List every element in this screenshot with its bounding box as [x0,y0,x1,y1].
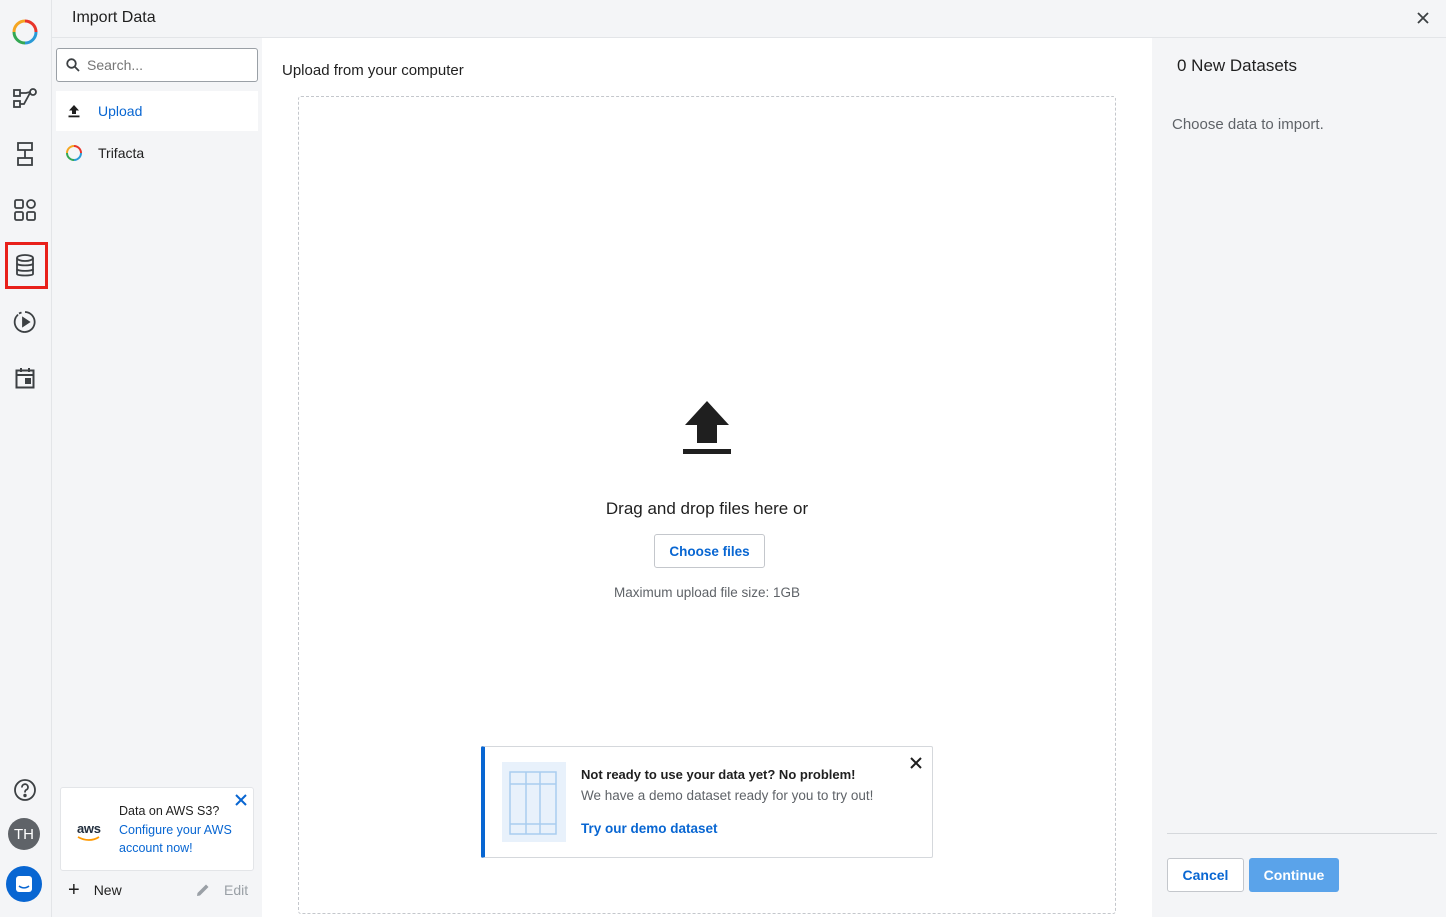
close-icon[interactable] [1416,11,1430,25]
edit-label: Edit [224,882,249,898]
upload-icon [64,101,84,121]
edit-button[interactable]: Edit [196,882,248,898]
choose-files-button[interactable]: Choose files [654,534,765,568]
chat-button[interactable] [6,866,42,902]
sidebar-item-trifacta[interactable]: Trifacta [56,133,258,173]
search-box [56,48,258,82]
aws-smile-icon [77,836,100,841]
cancel-button[interactable]: Cancel [1167,858,1244,892]
upload-heading: Upload from your computer [282,62,464,79]
new-datasets-count: 0 New Datasets [1177,56,1297,75]
sidebar-footer: + New Edit [56,878,258,904]
table-illustration [502,762,566,842]
source-sidebar: Upload Trifacta aws Data on AWS S3? Conf… [52,38,262,917]
continue-button[interactable]: Continue [1249,858,1339,892]
sidebar-item-label: Upload [98,103,143,119]
search-input[interactable] [87,55,247,75]
new-label: New [93,882,122,898]
search-icon [66,58,80,72]
demo-dataset-link[interactable]: Try our demo dataset [581,821,718,836]
upload-main: Upload from your computer Drag and drop … [262,38,1152,917]
demo-subtitle: We have a demo dataset ready for you to … [581,788,874,803]
divider [1167,833,1437,834]
sidebar-item-label: Trifacta [98,145,145,161]
aws-logo: aws [77,821,101,836]
aws-promo-card: aws Data on AWS S3? Configure your AWS a… [60,787,254,871]
demo-dataset-banner: Not ready to use your data yet? No probl… [481,746,933,858]
dialog-title: Import Data [72,9,156,26]
plus-icon: + [68,879,80,901]
drag-drop-text: Drag and drop files here or [605,499,809,518]
chat-icon [16,876,32,892]
user-avatar[interactable]: TH [8,818,40,850]
datasets-icon[interactable] [12,253,38,279]
library-icon[interactable] [12,197,38,223]
help-icon[interactable] [12,777,38,803]
close-icon[interactable] [235,794,247,806]
close-icon[interactable] [910,757,922,769]
new-connection-button[interactable]: + New [68,879,122,901]
aws-configure-link[interactable]: Configure your AWS account now! [119,821,243,857]
datasets-panel: 0 New Datasets Choose data to import. Ca… [1152,38,1446,917]
avatar-initials: TH [14,825,34,843]
app-rail: TH [0,0,52,917]
jobs-icon[interactable] [12,309,38,335]
calendar-icon[interactable] [12,365,38,391]
trifacta-icon [64,143,84,163]
empty-hint: Choose data to import. [1172,116,1324,133]
file-dropzone[interactable]: Drag and drop files here or Choose files… [298,96,1116,914]
trifacta-logo-icon[interactable] [10,17,40,47]
flows-icon[interactable] [12,85,38,111]
aws-card-title: Data on AWS S3? [119,804,220,818]
demo-title: Not ready to use your data yet? No probl… [581,767,856,782]
max-size-text: Maximum upload file size: 1GB [613,585,801,600]
plans-icon[interactable] [12,141,38,167]
upload-icon [683,401,731,454]
dialog-header: Import Data [52,0,1446,38]
pencil-icon [197,884,209,896]
sidebar-item-upload[interactable]: Upload [56,91,258,131]
